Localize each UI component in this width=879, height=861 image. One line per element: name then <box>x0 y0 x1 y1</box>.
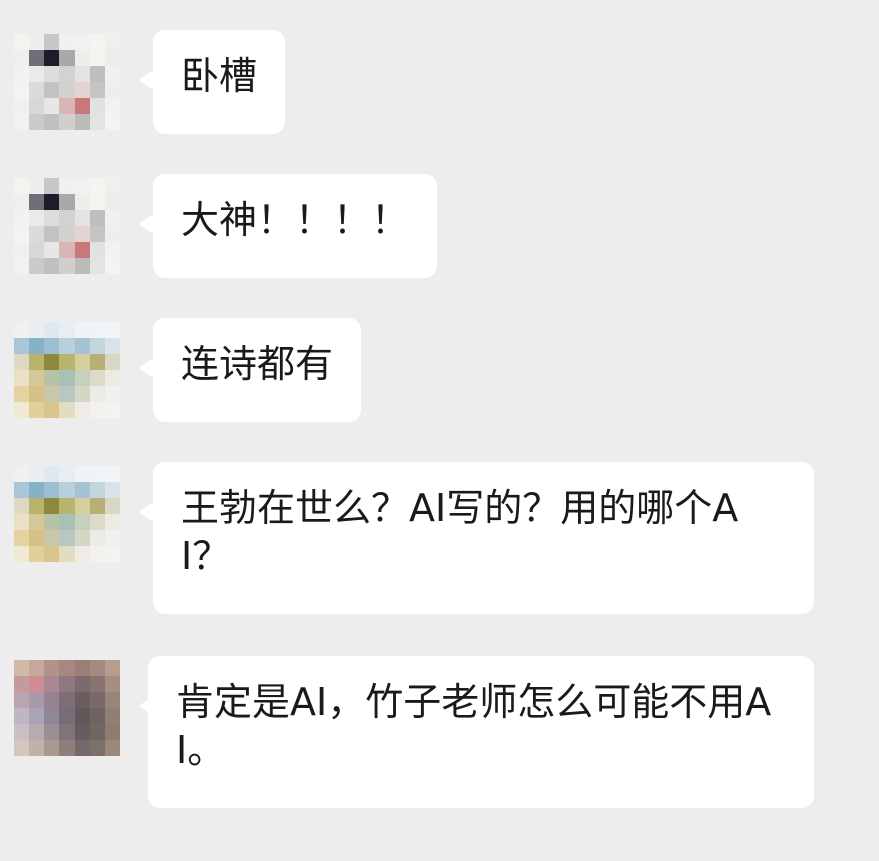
message-text: 王勃在世么？AI写的？用的哪个AI？ <box>181 486 739 578</box>
message-text: 卧槽 <box>181 54 258 98</box>
message-text: 连诗都有 <box>181 342 334 386</box>
chat-message: 连诗都有 <box>0 318 879 422</box>
chat-message: 卧槽 <box>0 30 879 134</box>
chat-message: 大神！！！！ <box>0 174 879 278</box>
message-text: 大神！！！！ <box>181 198 410 242</box>
avatar[interactable] <box>14 34 120 130</box>
chat-thread: 卧槽 大神！！！！ 连诗都有 王勃在世么？AI写的？用的哪个AI？ 肯定是AI，… <box>0 0 879 861</box>
avatar[interactable] <box>14 466 120 562</box>
message-text: 肯定是AI，竹子老师怎么可能不用AI。 <box>176 680 772 772</box>
avatar[interactable] <box>14 322 120 418</box>
message-bubble[interactable]: 王勃在世么？AI写的？用的哪个AI？ <box>153 462 814 614</box>
message-bubble[interactable]: 肯定是AI，竹子老师怎么可能不用AI。 <box>148 656 814 808</box>
chat-message: 王勃在世么？AI写的？用的哪个AI？ <box>0 462 879 614</box>
message-bubble[interactable]: 大神！！！！ <box>153 174 438 278</box>
message-bubble[interactable]: 连诗都有 <box>153 318 362 422</box>
avatar[interactable] <box>14 178 120 274</box>
avatar[interactable] <box>14 660 120 756</box>
message-bubble[interactable]: 卧槽 <box>153 30 286 134</box>
chat-message: 肯定是AI，竹子老师怎么可能不用AI。 <box>0 656 879 808</box>
